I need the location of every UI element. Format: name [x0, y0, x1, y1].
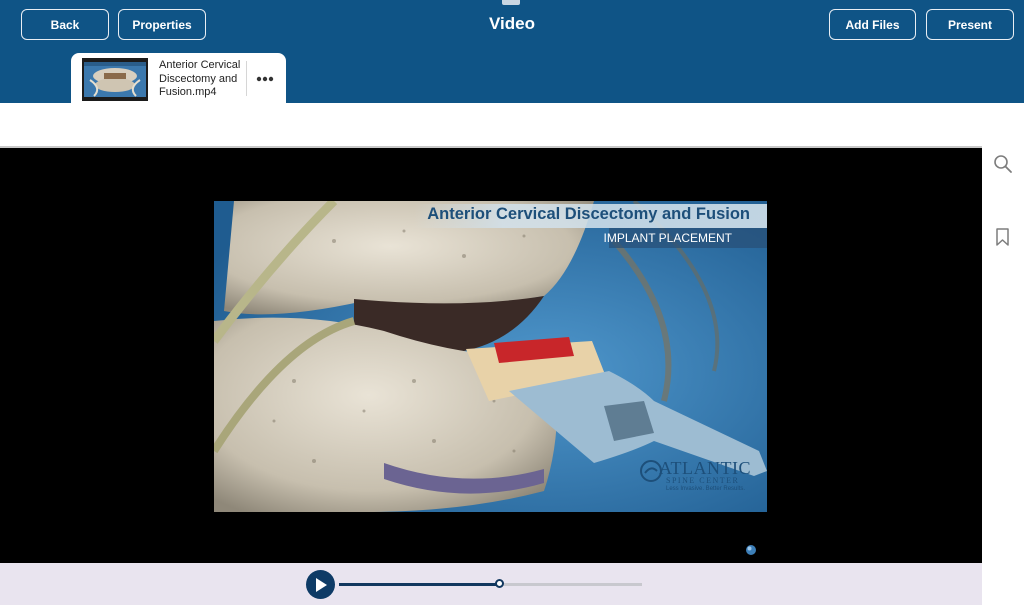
document-icon	[502, 0, 520, 5]
video-player[interactable]: Anterior Cervical Discectomy and Fusion …	[0, 148, 982, 563]
progress-fill	[339, 583, 500, 586]
playback-controls	[0, 563, 982, 605]
file-name: Anterior Cervical Discectomy and Fusion.…	[159, 59, 241, 98]
file-thumbnail	[82, 58, 148, 101]
more-horizontal-icon[interactable]	[251, 67, 279, 91]
logo-tagline: Less Invasive. Better Results.	[666, 486, 746, 492]
app-header: Back Properties Video Add Files Present …	[0, 0, 1024, 104]
video-title-overlay: Anterior Cervical Discectomy and Fusion	[427, 205, 750, 223]
add-files-button[interactable]: Add Files	[829, 9, 916, 40]
bookmark-icon[interactable]	[996, 228, 1009, 251]
progress-track[interactable]	[339, 579, 642, 588]
play-button[interactable]	[306, 570, 335, 599]
present-button[interactable]: Present	[926, 9, 1014, 40]
logo-subname: SPINE CENTER	[666, 476, 740, 485]
progress-handle[interactable]	[494, 579, 504, 588]
file-tab[interactable]: Anterior Cervical Discectomy and Fusion.…	[71, 53, 286, 104]
video-frame[interactable]: Anterior Cervical Discectomy and Fusion …	[214, 201, 767, 512]
tab-divider	[246, 61, 247, 96]
play-icon	[315, 577, 327, 592]
search-icon[interactable]	[993, 154, 1013, 179]
status-dot-icon	[745, 543, 757, 561]
atlantic-logo: ATLANTIC SPINE CENTER Less Invasive. Bet…	[640, 458, 760, 498]
video-subtitle-overlay: IMPLANT PLACEMENT	[603, 231, 732, 245]
